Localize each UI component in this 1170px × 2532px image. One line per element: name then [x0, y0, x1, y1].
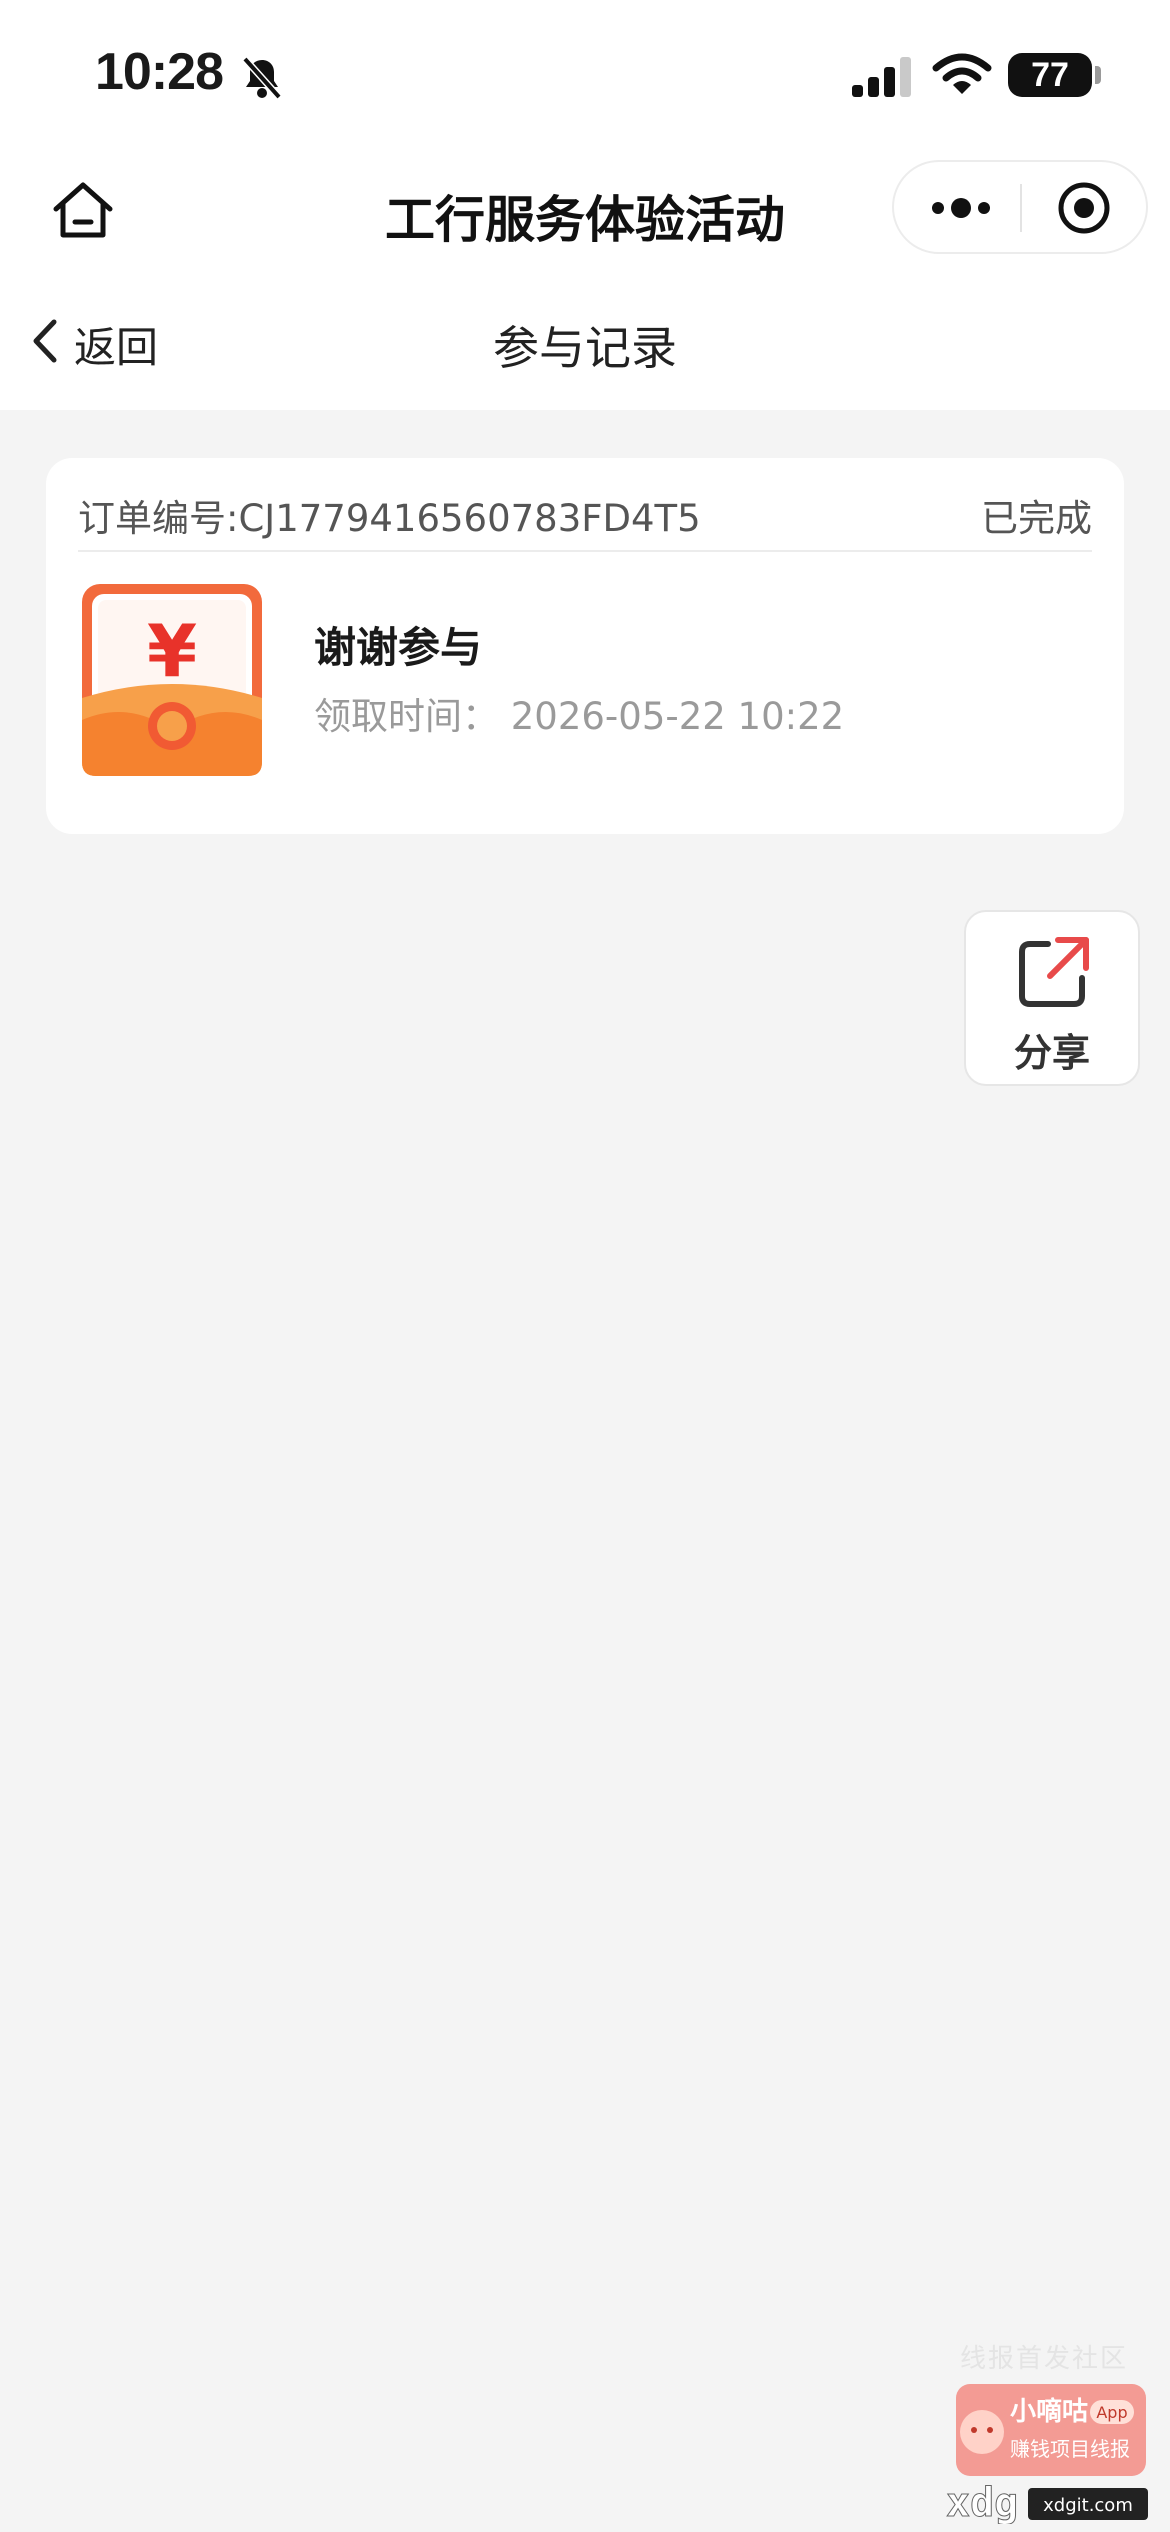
svg-text:¥: ¥ [147, 609, 197, 693]
share-label: 分享 [1013, 1031, 1090, 1075]
svg-text:App: App [1096, 2403, 1127, 2422]
record-card[interactable]: 订单编号:CJ1779416560783FD4T5 已完成 ¥ 谢谢参与 领取时… [46, 458, 1124, 834]
claim-time: 领取时间： 2026-05-22 10:22 [314, 695, 845, 738]
signal-icon [852, 57, 911, 97]
back-button[interactable]: 返回 [30, 310, 180, 372]
status-badge: 已完成 [981, 497, 1092, 540]
svg-text:xdgit.com: xdgit.com [1043, 2495, 1133, 2516]
status-bar: 10:28 77 [0, 0, 1170, 150]
svg-text:赚钱项目线报: 赚钱项目线报 [1010, 2437, 1130, 2461]
back-label: 返回 [74, 323, 159, 372]
status-time: 10:28 [95, 43, 224, 101]
share-button[interactable]: 分享 [964, 910, 1140, 1086]
more-dots-icon[interactable] [918, 179, 1004, 237]
svg-text:小嘀咕: 小嘀咕 [1010, 2396, 1088, 2427]
close-target-icon[interactable] [1044, 179, 1124, 237]
nav-bar: 工行服务体验活动 [0, 150, 1170, 270]
watermark-caption: 线报首发社区 [960, 2344, 1129, 2374]
battery-level: 77 [1031, 56, 1069, 94]
wifi-icon [932, 53, 992, 94]
home-icon [53, 182, 113, 238]
capsule-divider [1020, 184, 1022, 232]
capsule-menu [892, 160, 1148, 254]
chevron-left-icon [33, 319, 57, 363]
sub-header: 返回 参与记录 [0, 270, 1170, 410]
prize-name: 谢谢参与 [314, 623, 483, 672]
divider [78, 550, 1092, 552]
section-title: 参与记录 [493, 321, 677, 375]
bell-slash-icon [242, 56, 282, 100]
page-title: 工行服务体验活动 [385, 191, 785, 249]
svg-text:xdg: xdg [946, 2480, 1018, 2524]
battery-icon: 77 [1008, 53, 1092, 97]
order-number: 订单编号:CJ1779416560783FD4T5 [78, 497, 701, 540]
watermark-logo: 小嘀咕 App 赚钱项目线报 xdg xdgit.com [946, 2384, 1148, 2524]
share-external-icon [1019, 937, 1089, 1007]
home-button[interactable] [48, 175, 118, 245]
battery-cap [1095, 66, 1101, 84]
red-envelope-yuan-icon: ¥ [82, 584, 262, 776]
